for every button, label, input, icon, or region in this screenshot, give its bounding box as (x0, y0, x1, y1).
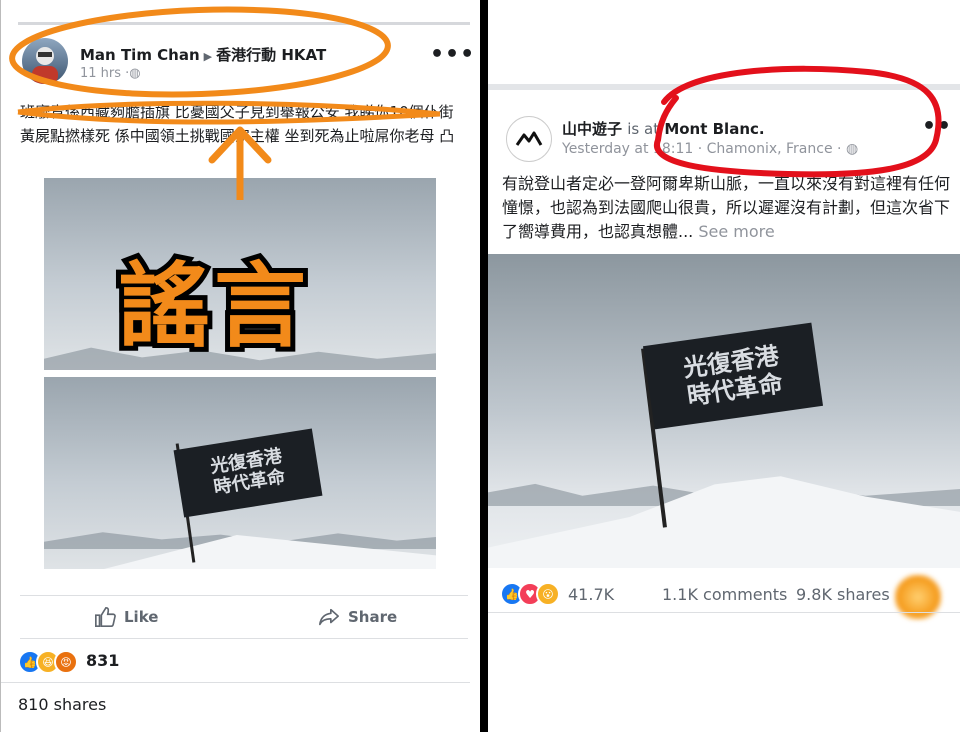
left-edge (0, 0, 1, 732)
separator (488, 612, 960, 613)
author-line: 山中遊子 is at Mont Blanc. (562, 118, 765, 139)
protest-flag: 光復香港 時代革命 (173, 428, 323, 518)
group-name[interactable]: 香港行動 HKAT (216, 46, 326, 64)
more-options-icon[interactable]: ••• (430, 42, 475, 67)
like-button[interactable]: Like (94, 606, 158, 628)
top-divider (18, 22, 470, 25)
globe-icon: ·◍ (125, 66, 141, 81)
author-avatar[interactable] (506, 116, 552, 162)
share-label: Share (348, 608, 398, 626)
post-location[interactable]: Chamonix, France (707, 141, 833, 157)
post-text: 班廢青係西藏夠膽插旗 比憂國父子見到舉報公安 我睇你10個仆街黃屍點撚樣死 係中… (20, 103, 455, 145)
post-time[interactable]: 11 hrs (80, 66, 121, 81)
globe-icon: ◍ (845, 141, 859, 157)
right-post: 山中遊子 is at Mont Blanc. Yesterday at 18:1… (488, 0, 960, 732)
comments-count[interactable]: 1.1K comments (662, 585, 787, 604)
separator (20, 638, 468, 639)
arrow-right-icon: ▶ (203, 50, 213, 63)
reaction-count[interactable]: 41.7K (568, 585, 614, 604)
more-options-icon[interactable]: •• (922, 114, 952, 139)
like-label: Like (124, 608, 159, 626)
author-name[interactable]: 山中遊子 (562, 120, 622, 138)
separator (0, 682, 470, 683)
annotation-circle (653, 65, 942, 178)
post-time[interactable]: Yesterday at 18:11 (562, 141, 693, 157)
post-photo-bottom[interactable]: 光復香港 時代革命 (44, 377, 436, 569)
left-post: Man Tim Chan ▶ 香港行動 HKAT 11 hrs ·◍ ••• 班廢青… (0, 0, 480, 732)
blurred-avatar (894, 574, 942, 620)
see-more-link[interactable]: See more (698, 222, 774, 241)
share-button[interactable]: Share (318, 606, 397, 628)
avatar-icon (32, 47, 58, 84)
author-name[interactable]: Man Tim Chan (80, 46, 200, 64)
angry-reaction-icon: 😡 (54, 650, 78, 674)
wow-reaction-icon: 😮 (536, 582, 560, 606)
like-icon (95, 607, 116, 627)
reaction-icons[interactable]: 👍 😆 😡 (18, 650, 78, 674)
separator (20, 595, 468, 596)
shares-count[interactable]: 9.8K shares (796, 585, 890, 604)
mountain-logo-icon (515, 131, 543, 146)
author-line: Man Tim Chan ▶ 香港行動 HKAT (80, 44, 326, 65)
place-name[interactable]: Mont Blanc. (664, 120, 764, 138)
author-avatar[interactable] (22, 38, 68, 84)
panel-divider (480, 0, 488, 732)
post-photo[interactable]: 光復香港 時代革命 (488, 254, 960, 568)
reaction-icons[interactable]: 👍 ♥ 😮 (500, 582, 560, 606)
top-band (488, 84, 960, 90)
overlay-caption: 謠言 (113, 248, 311, 365)
post-meta: Yesterday at 18:11 · Chamonix, France · … (562, 141, 859, 157)
shares-count[interactable]: 810 shares (18, 695, 106, 714)
post-meta: 11 hrs ·◍ (80, 66, 141, 81)
protest-flag: 光復香港 時代革命 (642, 322, 824, 430)
reaction-count[interactable]: 831 (86, 651, 119, 670)
post-text: 有說登山者定必一登阿爾卑斯山脈，一直以來沒有對這裡有任何憧憬，也認為到法國爬山很… (502, 172, 950, 244)
share-icon (319, 608, 339, 626)
is-at-text: is at (627, 120, 660, 138)
